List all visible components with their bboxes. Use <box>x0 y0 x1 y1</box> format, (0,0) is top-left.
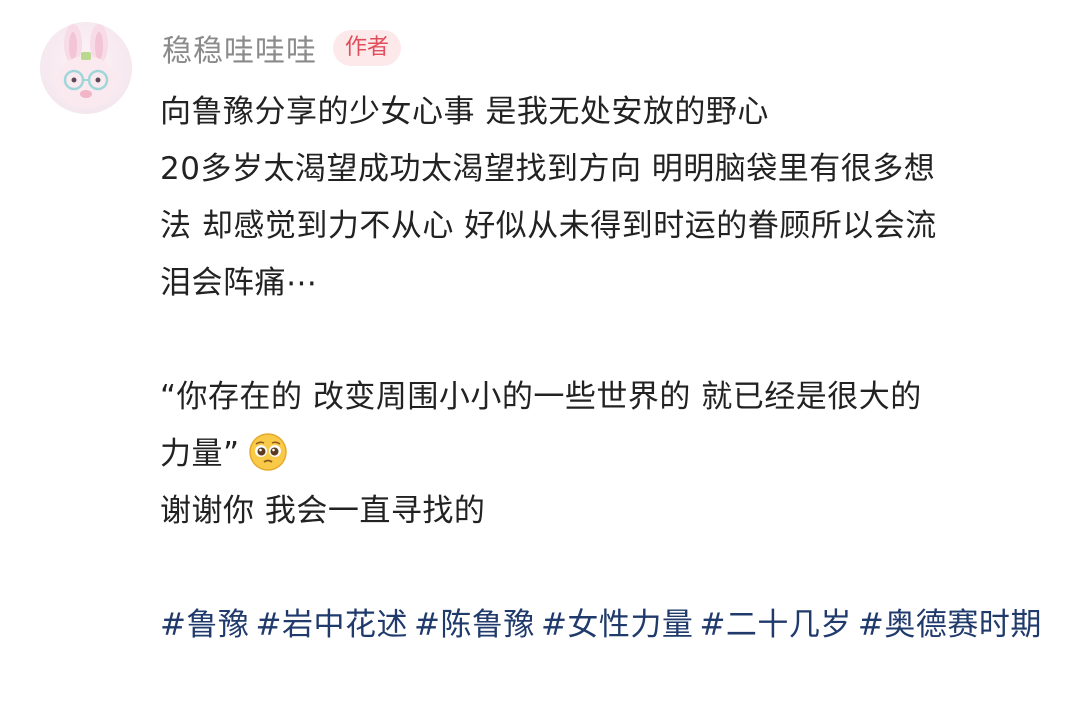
quote-line: “你存在的 改变周围小小的一些世界的 就已经是很大的 <box>160 379 922 415</box>
hashtag-link[interactable]: #鲁豫 <box>160 607 249 643</box>
post-line: 泪会阵痛⋯ <box>160 265 318 301</box>
thanks-line: 谢谢你 我会一直寻找的 <box>160 493 486 529</box>
quote-line-with-emoji: 力量” <box>160 426 1050 483</box>
hashtag-link[interactable]: #女性力量 <box>541 607 693 643</box>
quote-line-end: 力量” <box>160 436 240 472</box>
hashtag-link[interactable]: #岩中花述 <box>255 607 407 643</box>
author-badge: 作者 <box>333 30 402 66</box>
post-line: 法 却感觉到力不从心 好似从未得到时运的眷顾所以会流 <box>160 208 937 244</box>
avatar[interactable] <box>40 22 132 114</box>
bunny-avatar-icon <box>56 24 116 108</box>
hashtag-link[interactable]: #二十几岁 <box>699 607 851 643</box>
pleading-face-icon <box>248 432 288 472</box>
author-row: 稳稳哇哇哇 作者 <box>162 26 402 70</box>
post-line: 向鲁豫分享的少女心事 是我无处安放的野心 <box>160 94 769 130</box>
hashtag-list: #鲁豫 #岩中花述 #陈鲁豫 #女性力量 #二十几岁 #奥德赛时期 <box>160 597 1050 654</box>
post-content: 向鲁豫分享的少女心事 是我无处安放的野心 20多岁太渴望成功太渴望找到方向 明明… <box>160 84 1050 654</box>
author-name[interactable]: 稳稳哇哇哇 <box>162 26 317 70</box>
hashtag-link[interactable]: #陈鲁豫 <box>414 607 535 643</box>
hashtag-link[interactable]: #奥德赛时期 <box>858 607 1042 643</box>
post-line: 20多岁太渴望成功太渴望找到方向 明明脑袋里有很多想 <box>160 151 936 187</box>
